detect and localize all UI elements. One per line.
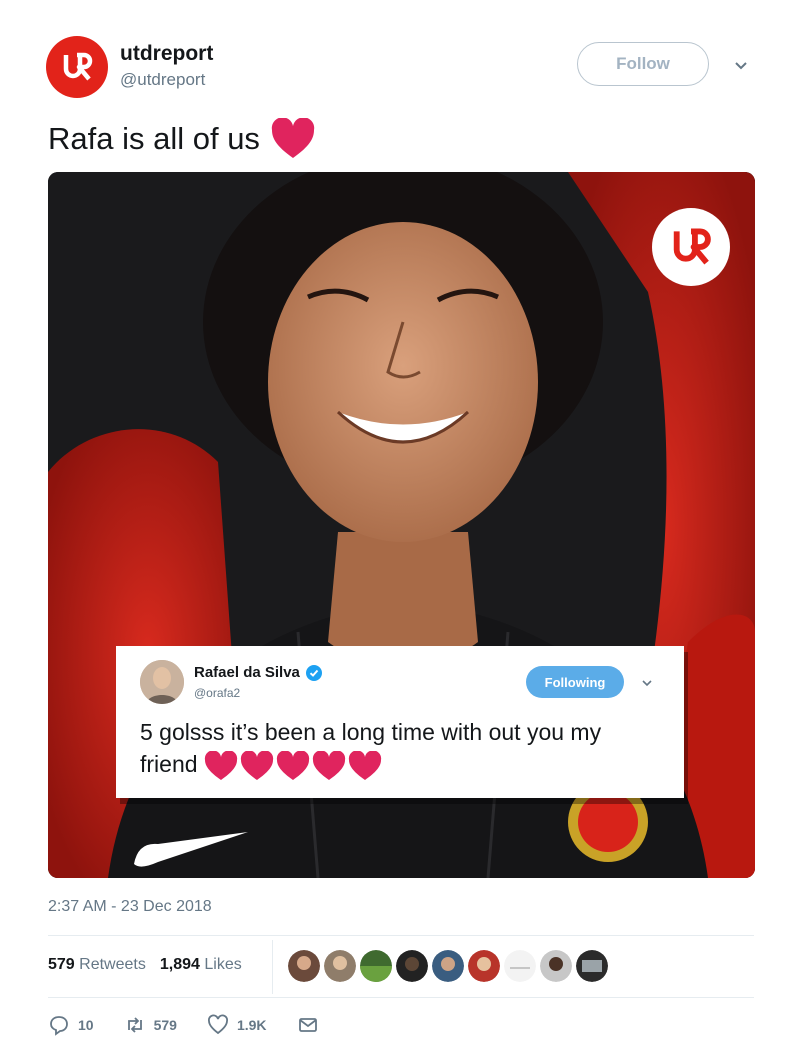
reply-icon xyxy=(50,1016,68,1036)
embedded-display-name-text: Rafael da Silva xyxy=(194,664,300,681)
likes-stat[interactable]: 1,894 Likes xyxy=(160,956,242,974)
liker-avatar[interactable] xyxy=(468,950,500,982)
retweets-stat[interactable]: 579 Retweets xyxy=(48,956,146,974)
account-avatar[interactable] xyxy=(46,36,108,98)
retweet-count: 579 xyxy=(153,1017,177,1033)
tweet-timestamp[interactable]: 2:37 AM - 23 Dec 2018 xyxy=(48,898,212,916)
liker-avatar[interactable] xyxy=(576,950,608,982)
chevron-down-icon[interactable] xyxy=(732,56,750,74)
reply-action[interactable]: 10 xyxy=(48,1014,94,1036)
tweet-text: Rafa is all of us xyxy=(48,118,316,160)
envelope-icon xyxy=(298,1018,317,1032)
embedded-avatar xyxy=(140,660,184,704)
red-heart-icon xyxy=(204,750,238,780)
red-heart-icon xyxy=(271,118,315,158)
divider xyxy=(48,935,754,936)
watermark-logo xyxy=(652,208,730,286)
ur-logo-icon xyxy=(63,52,93,81)
liker-avatar[interactable] xyxy=(324,950,356,982)
retweet-action[interactable]: 579 xyxy=(124,1014,177,1036)
account-handle[interactable]: @utdreport xyxy=(120,70,205,90)
red-heart-icon xyxy=(240,750,274,780)
divider xyxy=(48,997,754,998)
liker-avatar[interactable] xyxy=(288,950,320,982)
liker-avatar[interactable] xyxy=(360,950,392,982)
retweet-icon xyxy=(127,1017,142,1033)
like-action[interactable]: 1.9K xyxy=(207,1014,267,1036)
red-heart-icon xyxy=(348,750,382,780)
embedded-display-name: Rafael da Silva xyxy=(194,664,322,681)
divider xyxy=(272,940,273,994)
liker-avatar[interactable] xyxy=(504,950,536,982)
hearts-row xyxy=(204,750,382,781)
tweet-actions: 10 579 1.9K xyxy=(48,1014,349,1036)
likers-avatars xyxy=(288,950,608,982)
likes-label: Likes xyxy=(204,956,242,973)
red-heart-icon xyxy=(276,750,310,780)
embedded-tweet-text: 5 golsss it’s been a long time with out … xyxy=(140,716,660,781)
reply-count: 10 xyxy=(78,1017,94,1033)
embedded-handle: @orafa2 xyxy=(194,686,241,700)
heart-outline-icon xyxy=(207,1014,228,1035)
person-avatar-icon xyxy=(140,660,184,704)
retweets-label: Retweets xyxy=(79,956,146,973)
liker-avatar[interactable] xyxy=(396,950,428,982)
follow-button[interactable]: Follow xyxy=(577,42,709,86)
liker-avatar[interactable] xyxy=(540,950,572,982)
chevron-down-icon xyxy=(642,680,652,687)
tweet-stats: 579 Retweets 1,894 Likes xyxy=(48,956,242,974)
like-count: 1.9K xyxy=(236,1017,267,1033)
ur-logo-icon xyxy=(673,228,711,265)
likes-count: 1,894 xyxy=(159,956,200,973)
following-button: Following xyxy=(526,666,624,698)
liker-avatar[interactable] xyxy=(432,950,464,982)
tweet-header: utdreport @utdreport Follow xyxy=(46,36,756,100)
embedded-tweet-card: Rafael da Silva @orafa2 Following 5 gols… xyxy=(116,646,684,798)
tweet-media-image[interactable]: Rafael da Silva @orafa2 Following 5 gols… xyxy=(48,172,755,878)
red-heart-icon xyxy=(312,750,346,780)
direct-message-action[interactable] xyxy=(297,1014,319,1036)
account-display-name[interactable]: utdreport xyxy=(120,42,213,66)
tweet-text-content: Rafa is all of us xyxy=(48,121,260,156)
retweets-count: 579 xyxy=(48,956,75,973)
verified-badge-icon xyxy=(305,664,322,681)
